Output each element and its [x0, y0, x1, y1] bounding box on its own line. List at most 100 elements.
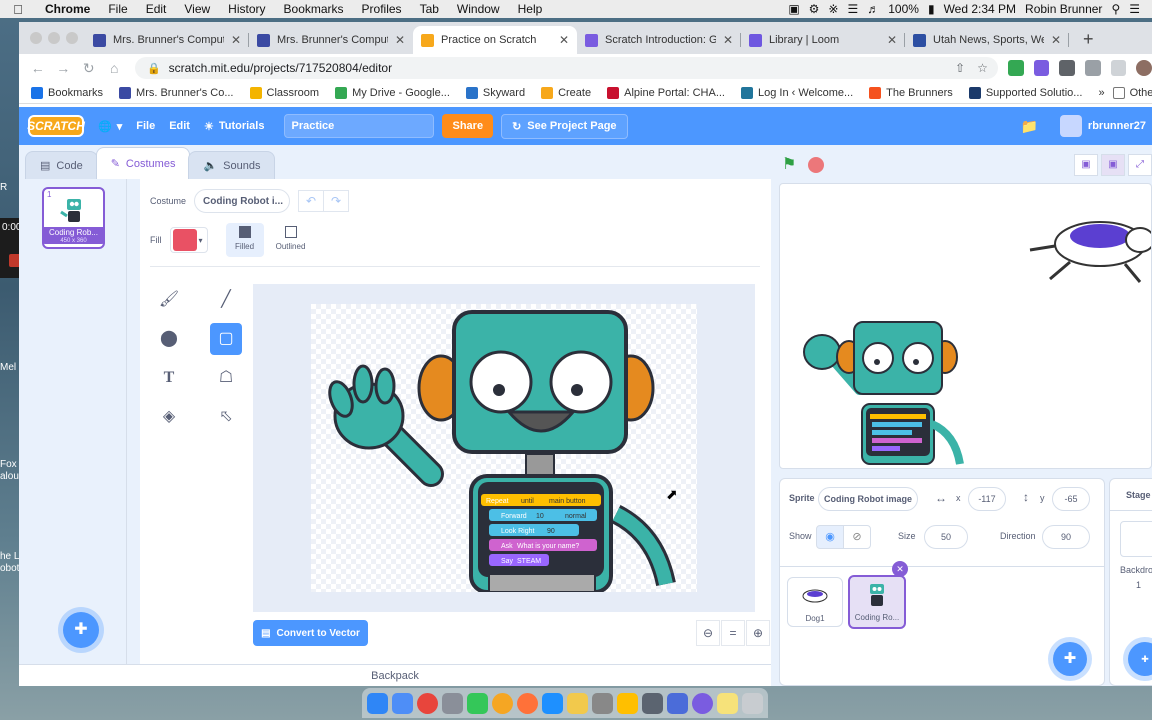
line-tool-icon[interactable]: ╱	[210, 284, 242, 316]
eraser-tool-icon[interactable]: ◈	[153, 401, 185, 433]
window-minimize-button[interactable]	[48, 32, 60, 44]
menu-tab[interactable]: Tab	[411, 2, 448, 16]
costume-thumbnail[interactable]: 1 Coding Rob... 450 x 360	[42, 187, 105, 249]
dock-app-icon[interactable]	[567, 692, 588, 714]
stage-canvas[interactable]	[779, 183, 1152, 469]
rectangle-tool-icon[interactable]: ▢	[210, 323, 242, 355]
fill-color-picker[interactable]: ▾	[169, 227, 208, 253]
apple-menu-icon[interactable]: 	[0, 2, 36, 17]
share-button[interactable]: Share	[442, 114, 494, 138]
menu-file[interactable]: File	[99, 2, 136, 16]
browser-tab[interactable]: Library | Loom ✕	[741, 26, 905, 54]
dock-trash-icon[interactable]	[742, 692, 763, 714]
close-tab-icon[interactable]: ✕	[395, 33, 405, 47]
window-close-button[interactable]	[30, 32, 42, 44]
close-tab-icon[interactable]: ✕	[559, 33, 569, 47]
scratch-logo[interactable]: SCRATCH	[27, 115, 85, 137]
stage-target-pane[interactable]: Stage Backdrops 1 ✚	[1109, 478, 1152, 686]
browser-tab[interactable]: Mrs. Brunner's Computer ✕	[249, 26, 413, 54]
extension-icon[interactable]	[1033, 60, 1050, 76]
bookmark-item[interactable]: My Drive - Google...	[335, 86, 450, 99]
show-sprite-eye-icon[interactable]: ◉	[816, 525, 844, 549]
x-input[interactable]: -117	[968, 487, 1006, 511]
close-tab-icon[interactable]: ✕	[887, 33, 897, 47]
tab-costumes[interactable]: ✎ Costumes	[95, 147, 191, 179]
bookmarks-overflow-icon[interactable]: »	[1098, 87, 1104, 99]
bookmark-item[interactable]: Supported Solutio...	[968, 86, 1082, 99]
dock-app-icon[interactable]	[642, 692, 663, 714]
normal-stage-icon[interactable]: ▣	[1101, 154, 1125, 176]
fullscreen-icon[interactable]: ⤢	[1128, 154, 1152, 176]
menu-profiles[interactable]: Profiles	[353, 2, 411, 16]
reload-icon[interactable]: ↻	[76, 60, 101, 77]
scratch-edit-menu[interactable]: Edit	[169, 120, 190, 132]
new-tab-button[interactable]: +	[1083, 26, 1094, 54]
bookmark-item[interactable]: Bookmarks	[31, 86, 103, 99]
menu-app-chrome[interactable]: Chrome	[36, 2, 99, 16]
bookmark-item[interactable]: Classroom	[249, 86, 319, 99]
dock-firefox-icon[interactable]	[517, 692, 538, 714]
bluetooth-icon[interactable]: ※	[828, 2, 838, 16]
fill-bucket-tool-icon[interactable]: ☖	[210, 362, 242, 394]
zoom-in-icon[interactable]: ⊕	[746, 620, 770, 646]
bookmark-item[interactable]: Alpine Portal: CHA...	[607, 86, 725, 99]
menu-help[interactable]: Help	[509, 2, 552, 16]
share-page-icon[interactable]: ⇧	[955, 61, 965, 75]
other-bookmarks[interactable]: Other Bookmar	[1112, 86, 1152, 99]
paint-canvas-area[interactable]: Repeat until main button Forward 10 norm…	[253, 284, 755, 612]
profile-avatar[interactable]	[1136, 60, 1152, 76]
delete-sprite-icon[interactable]: ✕	[892, 561, 908, 577]
bookmark-item[interactable]: Create	[541, 86, 591, 99]
backpack-bar[interactable]: Backpack	[19, 664, 771, 686]
dock-chrome-icon[interactable]	[417, 692, 438, 714]
language-menu[interactable]: 🌐 ▾	[98, 120, 122, 133]
close-tab-icon[interactable]: ✕	[723, 33, 733, 47]
spotlight-search-icon[interactable]: ⚲	[1111, 2, 1120, 16]
dock-finder-icon[interactable]	[392, 692, 413, 714]
tab-sounds[interactable]: 🔈 Sounds	[188, 151, 276, 179]
dock-app-icon[interactable]	[667, 692, 688, 714]
green-flag-icon[interactable]: ⚑	[782, 156, 800, 174]
gear-status-icon[interactable]: ⚙	[809, 2, 820, 16]
menu-bookmarks[interactable]: Bookmarks	[275, 2, 353, 16]
hide-sprite-eye-icon[interactable]: ⊘	[843, 525, 871, 549]
dock-messages-icon[interactable]	[467, 692, 488, 714]
menu-edit[interactable]: Edit	[137, 2, 176, 16]
dock-app-store-icon[interactable]	[542, 692, 563, 714]
dock-photos-icon[interactable]	[492, 692, 513, 714]
address-bar[interactable]: 🔒 scratch.mit.edu/projects/717520804/edi…	[134, 57, 998, 79]
battery-percent[interactable]: 100%	[888, 2, 919, 16]
browser-tab[interactable]: Utah News, Sports, Weat ✕	[905, 26, 1069, 54]
outlined-mode-button[interactable]: Outlined	[272, 223, 310, 257]
text-tool-icon[interactable]: T	[153, 362, 185, 394]
dock-launchpad-icon[interactable]	[442, 692, 463, 714]
choose-sprite-button[interactable]: ✚	[1053, 642, 1087, 676]
back-arrow-icon[interactable]: ←	[25, 60, 50, 76]
browser-tab[interactable]: Mrs. Brunner's Computer ✕	[85, 26, 249, 54]
dock-finder-icon[interactable]	[367, 692, 388, 714]
backdrop-thumbnail[interactable]	[1120, 521, 1152, 557]
redo-icon[interactable]: ↷	[323, 190, 350, 212]
close-tab-icon[interactable]: ✕	[231, 33, 241, 47]
dock-system-preferences-icon[interactable]	[592, 692, 613, 714]
menu-window[interactable]: Window	[448, 2, 509, 16]
bookmark-item[interactable]: Log In ‹ Welcome...	[740, 86, 853, 99]
menu-view[interactable]: View	[175, 2, 219, 16]
control-center-icon[interactable]: ☰	[1129, 2, 1140, 16]
browser-tab[interactable]: Practice on Scratch ✕	[413, 26, 577, 54]
y-input[interactable]: -65	[1052, 487, 1090, 511]
clock[interactable]: Wed 2:34 PM	[944, 2, 1016, 16]
filled-mode-button[interactable]: Filled	[225, 223, 264, 257]
username[interactable]: rbrunner27	[1088, 120, 1146, 132]
zoom-out-icon[interactable]: ⊖	[696, 620, 720, 646]
circle-tool-icon[interactable]: ⬤	[153, 323, 185, 355]
costume-canvas[interactable]: Repeat until main button Forward 10 norm…	[311, 304, 697, 592]
volume-icon[interactable]: ♬	[867, 2, 879, 16]
choose-backdrop-button[interactable]: ✚	[1128, 642, 1152, 676]
bookmark-star-icon[interactable]: ☆	[977, 61, 988, 75]
convert-to-vector-button[interactable]: ▤ Convert to Vector	[253, 620, 368, 646]
bookmark-item[interactable]: Skyward	[465, 86, 525, 99]
stop-sign-icon[interactable]	[808, 157, 824, 173]
camera-icon[interactable]: ▣	[788, 2, 799, 16]
side-panel-icon[interactable]	[1110, 60, 1127, 76]
